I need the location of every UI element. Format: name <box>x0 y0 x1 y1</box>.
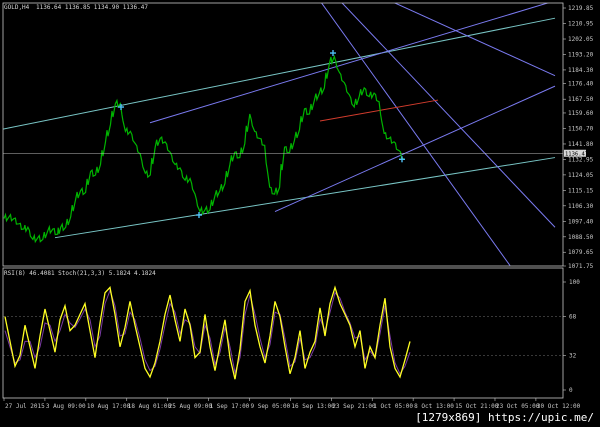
price-tick-label: 1132.95 <box>568 156 594 163</box>
oscillator-label: RSI(8) 46.4081 Stoch(21,3,3) 5.1824 4.18… <box>4 270 156 277</box>
osc-level-label: 100 <box>569 279 580 286</box>
price-tick-label: 1210.95 <box>568 21 594 28</box>
time-tick-label: 10 Aug 17:00 <box>87 403 131 410</box>
price-tick-label: 1202.05 <box>568 36 594 43</box>
osc-level-label: 68 <box>569 314 577 321</box>
price-tick-label: 1097.40 <box>568 218 594 225</box>
price-tick-label: 1106.30 <box>568 203 594 210</box>
price-tick-label: 1184.30 <box>568 67 594 74</box>
time-tick-label: 27 Jul 2015 <box>5 403 45 410</box>
price-tick-label: 1088.50 <box>568 234 594 241</box>
time-tick-label: 25 Aug 09:00 <box>169 403 213 410</box>
time-tick-label: 3 Aug 09:00 <box>46 403 86 410</box>
time-tick-label: 16 Sep 13:00 <box>291 403 335 410</box>
trading-chart: 1136.47 GOLD,H4 1136.64 1136.85 1134.90 … <box>0 0 600 427</box>
price-tick-label: 1167.50 <box>568 96 594 103</box>
price-tick-label: 1176.40 <box>568 81 594 88</box>
chart-background <box>0 0 600 427</box>
price-tick-label: 1150.70 <box>568 125 594 132</box>
time-tick-label: 1 Oct 05:00 <box>373 403 413 410</box>
chart-symbol: GOLD,H4 <box>4 4 30 11</box>
time-tick-label: 23 Sep 21:00 <box>332 403 376 410</box>
time-tick-label: 18 Aug 01:00 <box>128 403 172 410</box>
price-tick-label: 1079.65 <box>568 249 594 256</box>
price-tick-label: 1141.80 <box>568 141 594 148</box>
time-tick-label: 9 Sep 05:00 <box>250 403 290 410</box>
price-tick-label: 1071.75 <box>568 263 594 270</box>
price-tick-label: 1115.15 <box>568 187 594 194</box>
price-tick-label: 1159.60 <box>568 110 594 117</box>
price-tick-label: 1124.05 <box>568 172 594 179</box>
chart-quote: 1136.64 1136.85 1134.90 1136.47 <box>36 4 148 11</box>
osc-level-label: 0 <box>569 387 573 394</box>
price-tick-label: 1193.20 <box>568 51 594 58</box>
osc-level-label: 32 <box>569 352 577 359</box>
price-tick-label: 1219.85 <box>568 5 594 12</box>
time-tick-label: 1 Sep 17:00 <box>210 403 250 410</box>
image-host-watermark: [1279x869] https://upic.me/ <box>411 409 598 426</box>
